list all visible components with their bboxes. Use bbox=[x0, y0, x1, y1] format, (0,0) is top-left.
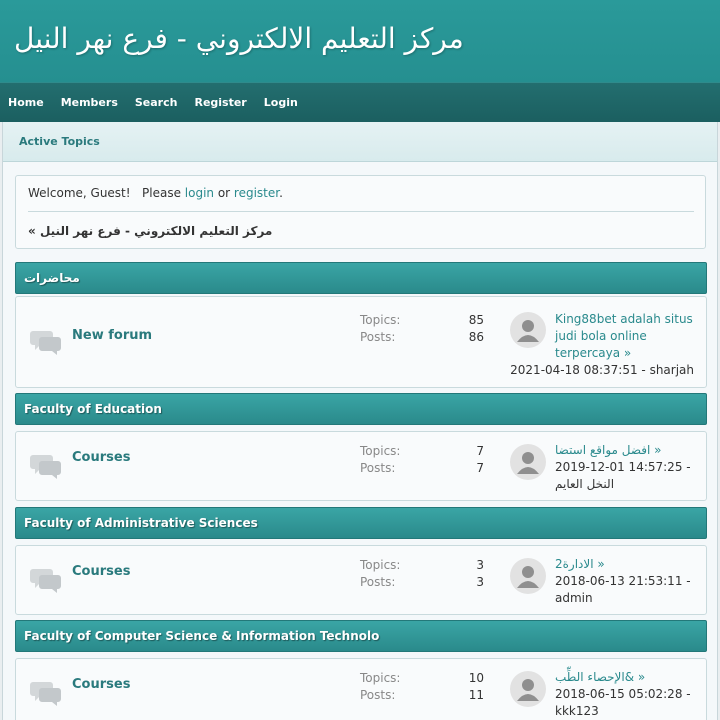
category-title[interactable]: Faculty of Administrative Sciences bbox=[24, 516, 258, 530]
board-name[interactable]: New forum bbox=[72, 328, 152, 343]
category-title[interactable]: محاضرات bbox=[24, 271, 80, 285]
site-header: مركز التعليم الالكتروني - فرع نهر النيل bbox=[0, 0, 720, 82]
board-row: Courses Topics: Posts: 10 11 الإحصاء الط… bbox=[15, 658, 707, 720]
breadcrumb[interactable]: « مركز التعليم الالكتروني - فرع نهر الني… bbox=[28, 224, 272, 238]
forum-icon bbox=[30, 682, 61, 706]
main-content: Active Topics Welcome, Guest! Please log… bbox=[2, 122, 718, 720]
last-post-meta: 2018-06-13 21:53:11 - admin bbox=[555, 574, 691, 605]
posts-label: Posts: bbox=[360, 330, 396, 344]
category-header: Faculty of Education bbox=[15, 393, 707, 425]
category-title[interactable]: Faculty of Education bbox=[24, 402, 162, 416]
welcome-box: Welcome, Guest! Please login or register… bbox=[15, 175, 706, 249]
posts-count: 7 bbox=[476, 461, 484, 475]
avatar[interactable] bbox=[510, 444, 546, 480]
topics-label: Topics: bbox=[360, 671, 401, 685]
topics-count: 3 bbox=[476, 558, 484, 572]
category-title[interactable]: Faculty of Computer Science & Informatio… bbox=[24, 629, 379, 643]
welcome-message: Welcome, Guest! Please login or register… bbox=[28, 186, 283, 200]
nav-members[interactable]: Members bbox=[61, 96, 118, 109]
site-title[interactable]: مركز التعليم الالكتروني - فرع نهر النيل bbox=[14, 22, 464, 55]
board-name[interactable]: Courses bbox=[72, 677, 130, 692]
login-link[interactable]: login bbox=[185, 186, 214, 200]
nav-home[interactable]: Home bbox=[8, 96, 44, 109]
posts-count: 86 bbox=[468, 330, 484, 344]
last-post-link[interactable]: King88bet adalah situs judi bola online … bbox=[555, 312, 693, 360]
topics-label: Topics: bbox=[360, 313, 401, 327]
last-post-meta: 2018-06-15 05:02:28 - kkk123 bbox=[555, 687, 691, 718]
board-row: New forum Topics: Posts: 85 86 King88bet… bbox=[15, 296, 707, 388]
topics-count: 7 bbox=[476, 444, 484, 458]
nav-search[interactable]: Search bbox=[135, 96, 178, 109]
topics-count: 10 bbox=[468, 671, 484, 685]
forum-icon bbox=[30, 455, 61, 479]
board-name[interactable]: Courses bbox=[72, 564, 130, 579]
welcome-period: . bbox=[279, 186, 283, 200]
posts-label: Posts: bbox=[360, 688, 396, 702]
forum-icon bbox=[30, 331, 61, 355]
user-icon bbox=[517, 452, 539, 474]
avatar[interactable] bbox=[510, 558, 546, 594]
forum-icon bbox=[30, 569, 61, 593]
posts-label: Posts: bbox=[360, 575, 396, 589]
last-post-meta: 2021-04-18 08:37:51 - sharjah bbox=[510, 363, 694, 377]
last-post-link[interactable]: الادارة2 » bbox=[555, 557, 605, 571]
active-topics-link[interactable]: Active Topics bbox=[19, 135, 100, 148]
nav-register[interactable]: Register bbox=[194, 96, 246, 109]
user-icon bbox=[517, 320, 539, 342]
posts-count: 3 bbox=[476, 575, 484, 589]
category-header: Faculty of Computer Science & Informatio… bbox=[15, 620, 707, 652]
user-icon bbox=[517, 679, 539, 701]
last-post-link[interactable]: افضل مواقع استضا » bbox=[555, 443, 662, 457]
divider bbox=[28, 211, 694, 212]
main-navbar: Home Members Search Register Login bbox=[0, 82, 720, 122]
board-row: Courses Topics: Posts: 7 7 افضل مواقع اس… bbox=[15, 431, 707, 501]
sub-navbar: Active Topics bbox=[3, 122, 717, 162]
last-post: افضل مواقع استضا » 2019-12-01 14:57:25 -… bbox=[555, 442, 701, 493]
welcome-or: or bbox=[214, 186, 234, 200]
register-link[interactable]: register bbox=[234, 186, 279, 200]
welcome-greeting: Welcome, Guest! Please bbox=[28, 186, 185, 200]
user-icon bbox=[517, 566, 539, 588]
category-header: محاضرات bbox=[15, 262, 707, 294]
last-post-meta: 2019-12-01 14:57:25 - النخل العايم bbox=[555, 460, 691, 491]
avatar[interactable] bbox=[510, 671, 546, 707]
board-row: Courses Topics: Posts: 3 3 الادارة2 » 20… bbox=[15, 545, 707, 615]
last-post: الإحصاء الطِّب& » 2018-06-15 05:02:28 - … bbox=[555, 669, 701, 720]
category-header: Faculty of Administrative Sciences bbox=[15, 507, 707, 539]
posts-label: Posts: bbox=[360, 461, 396, 475]
nav-login[interactable]: Login bbox=[264, 96, 298, 109]
board-name[interactable]: Courses bbox=[72, 450, 130, 465]
avatar[interactable] bbox=[510, 312, 546, 348]
last-post: الادارة2 » 2018-06-13 21:53:11 - admin bbox=[555, 556, 701, 607]
topics-label: Topics: bbox=[360, 444, 401, 458]
topics-label: Topics: bbox=[360, 558, 401, 572]
last-post-link[interactable]: الإحصاء الطِّب& » bbox=[555, 670, 645, 684]
posts-count: 11 bbox=[468, 688, 484, 702]
last-post: King88bet adalah situs judi bola online … bbox=[555, 311, 701, 362]
topics-count: 85 bbox=[468, 313, 484, 327]
